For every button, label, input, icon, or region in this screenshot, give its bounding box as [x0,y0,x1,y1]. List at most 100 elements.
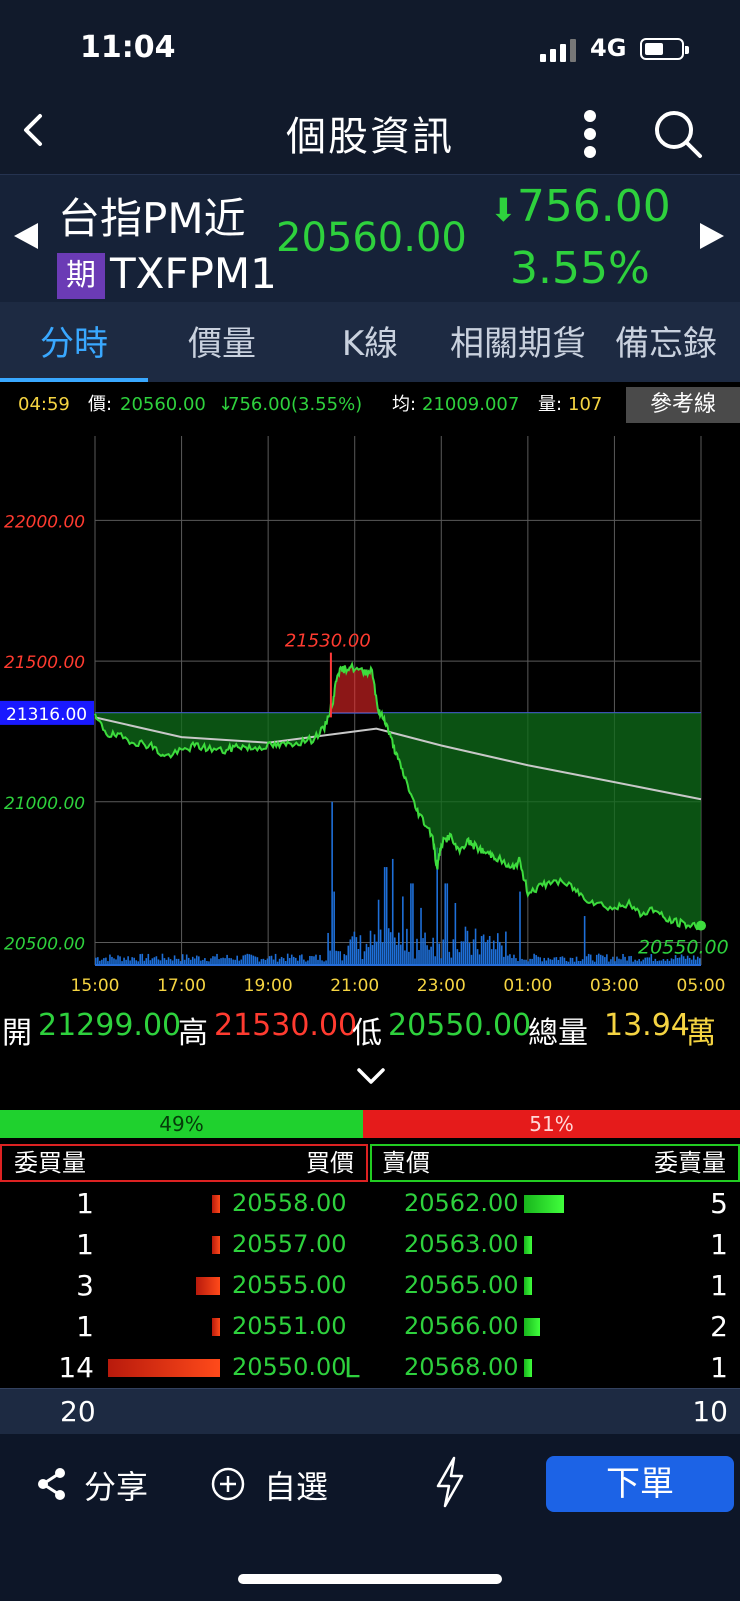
volume-bar [323,961,325,965]
volume-bar [555,957,558,965]
volume-bar [131,957,133,965]
volume-bar [193,958,196,965]
volume-bar [410,883,412,965]
volume-bar [666,959,669,965]
volume-bar [339,951,342,965]
low-value: 20550.00 [388,1008,532,1043]
volume-bar [210,958,212,965]
volume-bar [111,956,113,965]
tab-related-futures[interactable]: 相關期貨 [444,316,592,365]
volume-bar [600,954,602,965]
volume-bar [373,934,376,965]
volume-bar [434,956,436,965]
chart-info-bar: 04:59 價: 20560.00 ↓ 756.00(3.55%) 均: 210… [0,382,740,428]
volume-bar [222,957,224,965]
order-book-row[interactable]: 1 20551.00 20566.00 2 [0,1306,740,1347]
sell-qty: 2 [710,1310,728,1343]
volume-bar [208,961,210,965]
more-icon[interactable] [578,106,602,162]
info-price: 20560.00 [120,394,206,415]
volume-bar [297,960,299,965]
volume-bar [355,937,358,965]
volume-bar [418,950,420,965]
volume-bar [185,954,188,965]
volume-bar [577,960,580,965]
volume-bar [359,935,362,965]
volume-bar [337,951,339,965]
volume-bar [414,958,416,965]
info-change: 756.00(3.55%) [228,394,363,415]
open-value: 21299.00 [38,1008,182,1043]
place-order-button[interactable]: 下單 [546,1456,734,1512]
watchlist-button[interactable]: 自選 [264,1462,328,1508]
volume-bar [551,959,554,965]
volume-bar [143,960,146,965]
buy-qty: 14 [58,1351,94,1384]
search-icon[interactable] [650,106,706,162]
volume-bar [482,934,485,965]
share-button[interactable]: 分享 [84,1462,148,1508]
tab-memo[interactable]: 備忘錄 [592,316,740,365]
volume-bar [230,958,232,965]
volume-bar [202,959,204,965]
sell-ratio-bar: 51% [363,1110,740,1138]
total-volume-label: 總量 [528,1016,588,1051]
volume-bar [408,951,410,965]
sell-price: 20566.00 [404,1312,519,1340]
volume-bar [583,916,586,965]
volume-bar [468,943,471,965]
x-tick-label: 03:00 [590,976,639,996]
reference-label: 21316.00 [6,705,87,725]
volume-bar [587,953,590,965]
tab-intraday[interactable]: 分時 [0,316,148,365]
volume-bar [559,956,562,965]
volume-bar [319,954,321,965]
volume-bar [363,951,366,965]
volume-bar [272,959,275,965]
volume-bar [404,950,406,965]
last-price: 20560.00 [276,215,467,261]
lightning-icon[interactable] [432,1456,468,1508]
next-stock-icon[interactable] [700,223,724,249]
y-tick-label: 21500.00 [4,653,85,673]
share-icon[interactable] [34,1464,70,1504]
network-label: 4G [590,34,627,62]
volume-bar [280,956,283,965]
total-volume-value: 13.94 [604,1008,690,1043]
volume-bar [278,958,281,965]
volume-bar [480,936,483,965]
info-vol: 107 [568,394,603,415]
volume-bar [288,958,291,965]
info-time: 04:59 [18,394,70,415]
reference-line-button[interactable]: 參考線 [626,387,740,423]
prev-stock-icon[interactable] [14,223,38,249]
tab-price-volume[interactable]: 價量 [148,316,296,365]
volume-bar [668,960,671,965]
tab-kline[interactable]: K線 [296,316,444,365]
order-book-row[interactable]: 1 20557.00 20563.00 1 [0,1224,740,1265]
volume-bar [662,959,665,965]
volume-bar [503,956,505,965]
volume-bar [387,928,390,965]
chevron-down-icon[interactable] [356,1066,386,1086]
price-change-value: 756.00 [516,181,671,232]
order-book-row[interactable]: 14 20550.00 L 20568.00 1 [0,1347,740,1388]
volume-bar [462,941,465,965]
volume-bar [274,953,277,965]
sell-price: 20563.00 [404,1230,519,1258]
info-avg-label: 均: [392,394,417,415]
signal-icon [540,38,580,62]
volume-bar [115,959,117,965]
buy-price: 20550.00 [232,1353,347,1381]
buy-qty-bar [108,1359,220,1377]
volume-bar [99,960,101,965]
volume-bar [553,957,556,965]
volume-bar [492,940,495,965]
add-circle-icon[interactable] [210,1464,246,1504]
order-book-row[interactable]: 1 20558.00 20562.00 5 [0,1183,740,1224]
volume-bar [424,932,426,965]
volume-bar [511,958,513,965]
order-book-row[interactable]: 3 20555.00 20565.00 1 [0,1265,740,1306]
volume-bar [400,944,402,965]
volume-bar [626,960,628,965]
